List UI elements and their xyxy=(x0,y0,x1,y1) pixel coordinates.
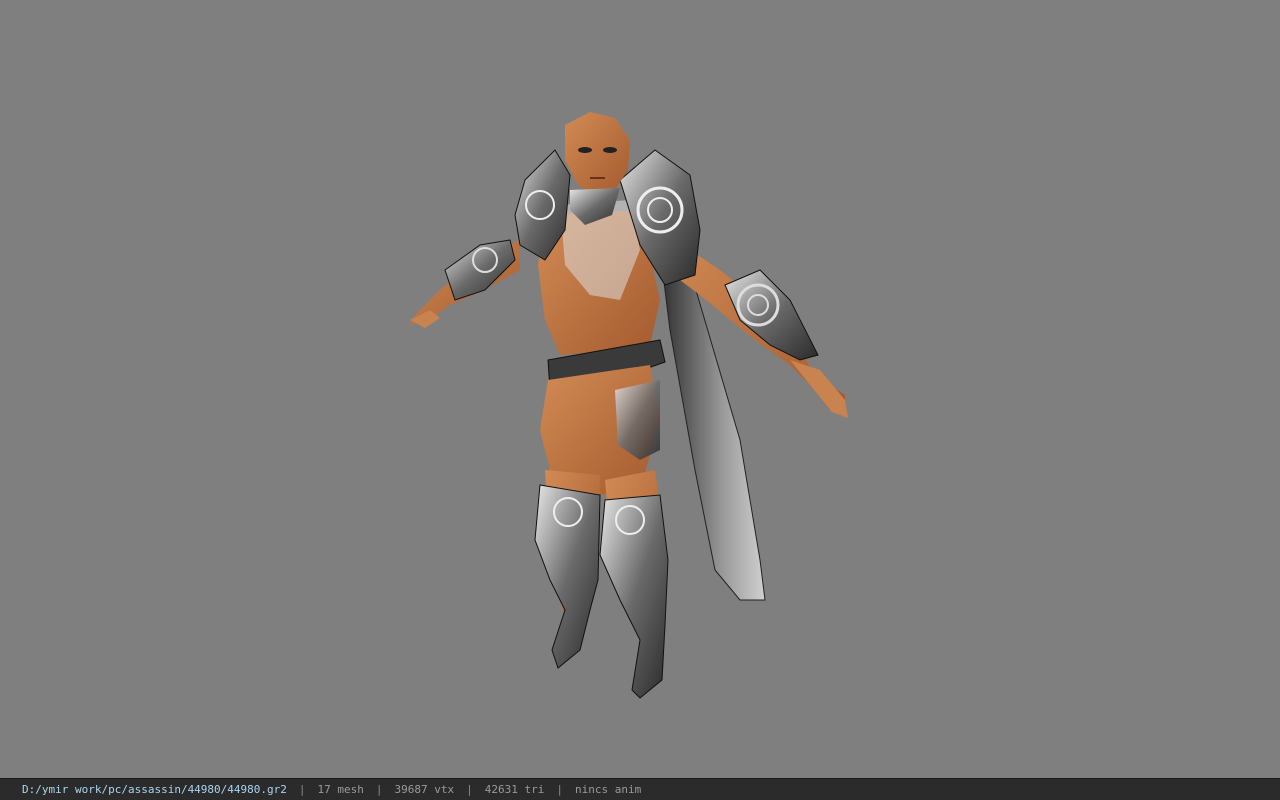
separator: | xyxy=(375,783,383,796)
separator: | xyxy=(556,783,563,796)
right-hand xyxy=(790,360,848,418)
left-boot xyxy=(534,484,601,669)
character-model xyxy=(410,112,848,699)
separator: | xyxy=(298,783,306,796)
separator: | xyxy=(466,783,473,796)
animation-status: nincs anim xyxy=(574,783,642,796)
file-path: D:/ymir work/pc/assassin/44980/44980.gr2 xyxy=(22,783,287,796)
vertex-count: 39687 vtx xyxy=(394,783,455,796)
mesh-count: 17 mesh xyxy=(317,783,364,796)
status-bar: D:/ymir work/pc/assassin/44980/44980.gr2… xyxy=(0,778,1280,800)
right-boot xyxy=(599,494,669,699)
triangle-count: 42631 tri xyxy=(484,783,545,796)
head xyxy=(565,112,630,195)
3d-viewport[interactable] xyxy=(0,0,1280,778)
